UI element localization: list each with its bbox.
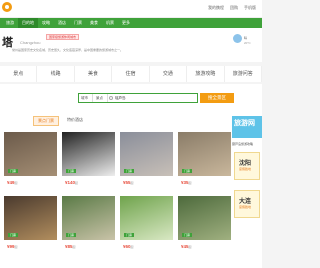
nav-item[interactable]: 机票 <box>102 18 118 28</box>
card-grid: 门票 ¥49起 门票 ¥140起 门票 ¥55起 门票 ¥35起 门票 ¥99起 门票 ¥85起 门票 ¥… <box>4 132 232 254</box>
price-label: ¥55起 <box>123 180 134 185</box>
site-logo[interactable] <box>2 2 12 12</box>
weather-condition: 晴 <box>244 36 248 40</box>
sidebar-card-title: 沈阳 <box>239 161 252 167</box>
type-select[interactable]: 景点 <box>94 94 108 102</box>
sidebar-card[interactable]: 大连 度假胜地 <box>234 190 260 218</box>
price-value: 140 <box>67 180 76 185</box>
subtab-tickets[interactable]: 景点门票 <box>33 116 59 126</box>
attraction-card[interactable]: 门票 ¥35起 <box>178 132 231 190</box>
search-button[interactable]: 搜全景区 <box>200 93 234 103</box>
tab-routes[interactable]: 线路 <box>37 66 75 82</box>
ticket-tag: 门票 <box>66 233 77 237</box>
price-label: ¥99起 <box>7 244 18 249</box>
category-tabs: 景点 线路 美食 住宿 交通 旅游攻略 旅游问答 <box>0 66 262 82</box>
city-header: 塔 Changzhou 国家级旅游休闲城市 常州是国家历史文化名城，历史悠久，文… <box>0 28 262 62</box>
listing-panel: 景点门票 特价酒店 门票 ¥49起 门票 ¥140起 门票 ¥55起 门票 ¥35起 门票 ¥99… <box>0 112 262 268</box>
attraction-card[interactable]: 门票 ¥45起 <box>178 196 231 254</box>
subtab-hotels[interactable]: 特价酒店 <box>63 116 87 126</box>
attraction-card[interactable]: 门票 ¥85起 <box>62 196 115 254</box>
nav-item[interactable]: 美食 <box>86 18 102 28</box>
price-label: ¥45起 <box>181 244 192 249</box>
top-link[interactable]: 团购 <box>230 5 238 11</box>
tab-transport[interactable]: 交通 <box>150 66 188 82</box>
attraction-card[interactable]: 门票 ¥55起 <box>120 132 173 190</box>
price-label: ¥35起 <box>181 180 192 185</box>
ticket-tag: 门票 <box>182 169 193 173</box>
city-badge: 国家级旅游休闲城市 <box>46 34 79 40</box>
sidebar-card[interactable]: 沈阳 度假胜地 <box>234 152 260 180</box>
price-suffix: 起 <box>188 181 192 185</box>
price-label: ¥60起 <box>123 244 134 249</box>
nav-item[interactable]: 酒店 <box>54 18 70 28</box>
top-links: 我的携程 团购 手机版 <box>208 5 256 11</box>
attraction-card[interactable]: 门票 ¥60起 <box>120 196 173 254</box>
tab-scenic[interactable]: 景点 <box>0 66 38 82</box>
top-bar: 我的携程 团购 手机版 <box>0 0 262 18</box>
weather-temperature: 20°C <box>244 41 251 45</box>
attraction-card[interactable]: 门票 ¥49起 <box>4 132 57 190</box>
ticket-tag: 门票 <box>182 233 193 237</box>
listing-subtabs: 景点门票 特价酒店 <box>33 116 87 126</box>
price-label: ¥140起 <box>65 180 78 185</box>
attraction-card[interactable]: 门票 ¥140起 <box>62 132 115 190</box>
search-box: 城市 景点 <box>78 93 198 103</box>
price-suffix: 起 <box>130 181 134 185</box>
tab-lodging[interactable]: 住宿 <box>112 66 150 82</box>
nav-item[interactable]: 门票 <box>70 18 86 28</box>
sidebar-card-sub: 度假胜地 <box>239 167 252 171</box>
sidebar-card-title: 大连 <box>239 199 252 205</box>
ticket-tag: 门票 <box>8 233 19 237</box>
nav-item[interactable]: 旅游 <box>2 18 18 28</box>
search-input[interactable] <box>115 95 195 101</box>
city-select[interactable]: 城市 <box>79 94 93 102</box>
price-suffix: 起 <box>188 245 192 249</box>
tab-qa[interactable]: 旅游问答 <box>225 66 262 82</box>
nav-item[interactable]: 更多 <box>118 18 134 28</box>
weather-icon <box>233 34 242 43</box>
price-suffix: 起 <box>72 245 76 249</box>
ticket-tag: 门票 <box>124 169 135 173</box>
tab-guides[interactable]: 旅游攻略 <box>187 66 225 82</box>
nav-item[interactable]: 攻略 <box>38 18 54 28</box>
top-link[interactable]: 我的携程 <box>208 5 224 11</box>
price-suffix: 起 <box>14 181 18 185</box>
city-subtitle: Changzhou <box>20 40 41 45</box>
price-label: ¥85起 <box>65 244 76 249</box>
sidebar-card-sub: 度假胜地 <box>239 205 252 209</box>
price-label: ¥49起 <box>7 180 18 185</box>
price-suffix: 起 <box>130 245 134 249</box>
attraction-card[interactable]: 门票 ¥99起 <box>4 196 57 254</box>
price-suffix: 起 <box>75 181 79 185</box>
ticket-tag: 门票 <box>124 233 135 237</box>
ticket-tag: 门票 <box>8 169 19 173</box>
main-nav: 旅游 目的地 攻略 酒店 门票 美食 机票 更多 <box>0 18 262 28</box>
sidebar-title: 葫芦岛旅游攻略 <box>232 142 254 146</box>
ticket-tag: 门票 <box>66 169 77 173</box>
city-description: 常州是国家历史文化名城，历史悠久，文化底蕴深厚，是中国重要的旅游城市之一。 <box>12 48 124 52</box>
sidebar-banner[interactable]: 旅游网 <box>232 116 262 138</box>
sidebar: 旅游网 葫芦岛旅游攻略 沈阳 度假胜地 大连 度假胜地 <box>232 112 262 268</box>
top-link[interactable]: 手机版 <box>244 5 256 11</box>
nav-item-active[interactable]: 目的地 <box>18 18 38 28</box>
tab-food[interactable]: 美食 <box>75 66 113 82</box>
search-area: 城市 景点 搜全景区 <box>0 84 262 112</box>
price-suffix: 起 <box>14 245 18 249</box>
search-icon <box>109 96 113 100</box>
